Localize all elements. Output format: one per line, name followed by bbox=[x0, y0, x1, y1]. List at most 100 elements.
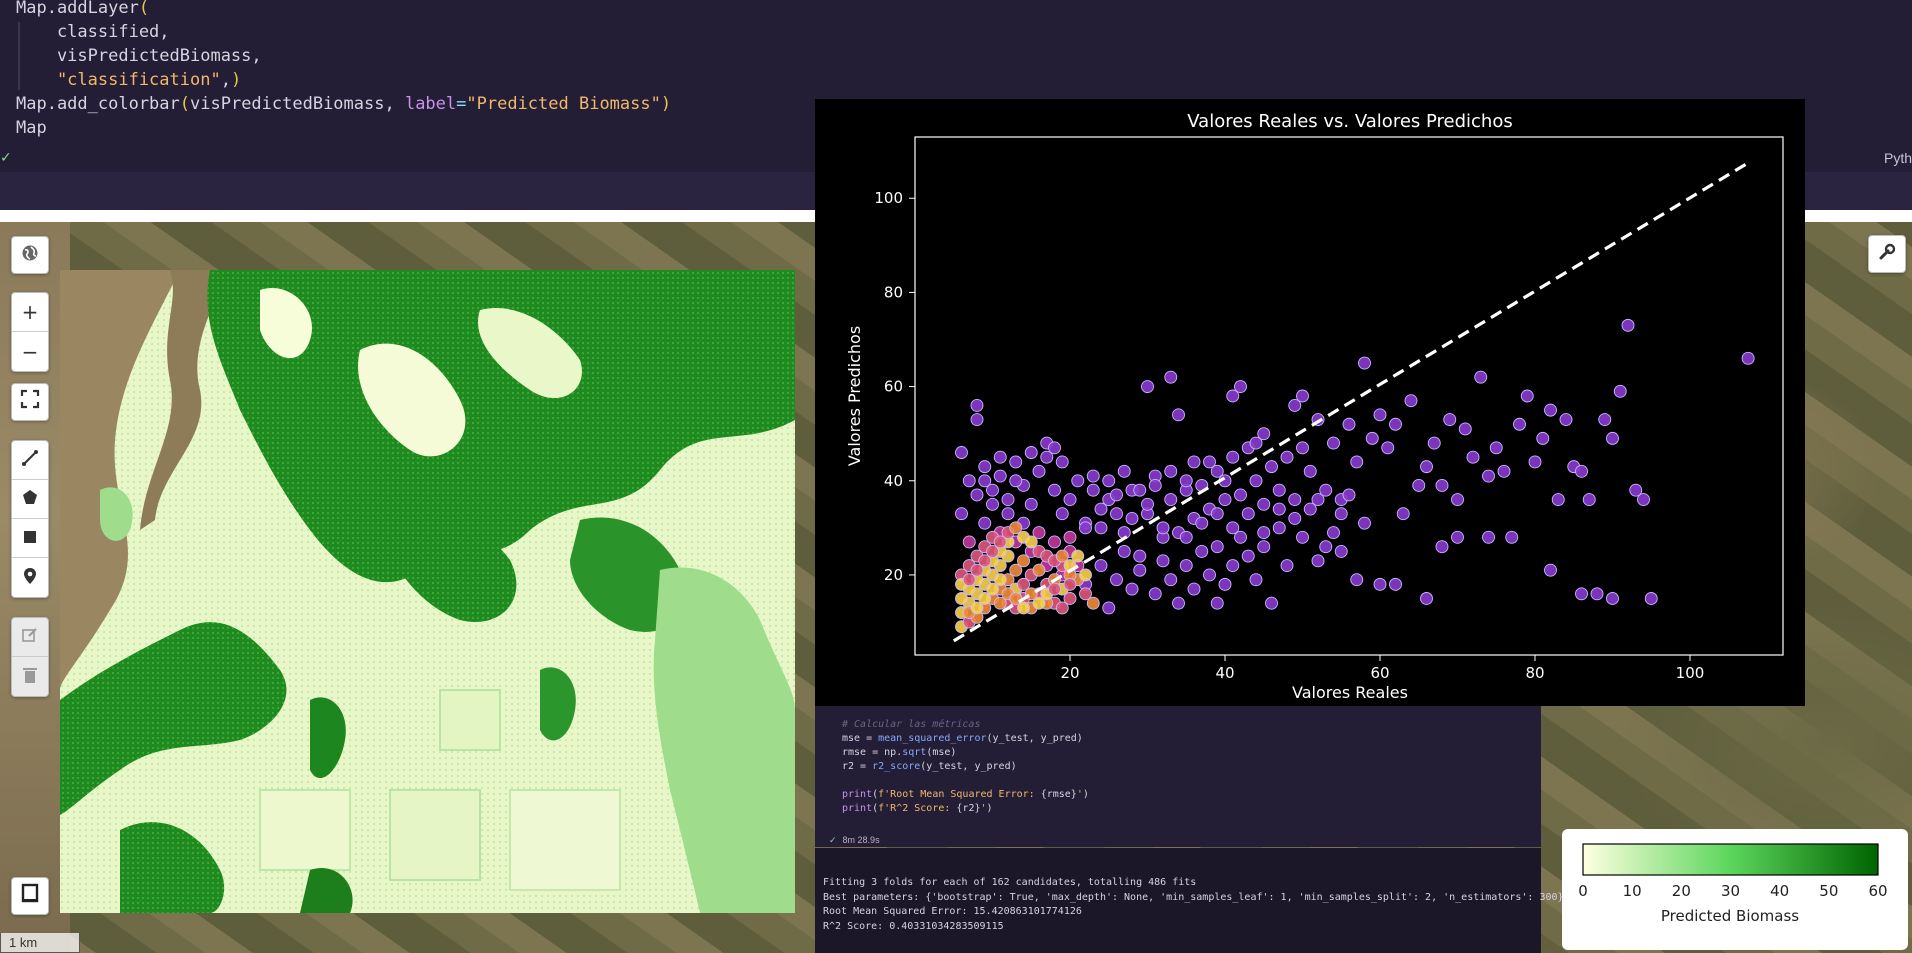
edit-layers-button[interactable] bbox=[12, 618, 48, 657]
draw-polyline-button[interactable] bbox=[12, 441, 48, 480]
data-point bbox=[1017, 554, 1030, 568]
language-label[interactable]: Pyth bbox=[1884, 150, 1912, 166]
data-point bbox=[1358, 356, 1371, 370]
data-point bbox=[1032, 464, 1046, 478]
data-point bbox=[993, 573, 1007, 587]
draw-polygon-button[interactable] bbox=[12, 480, 48, 519]
draw-rectangle-button[interactable] bbox=[12, 519, 48, 558]
scatter-plot: Valores Reales vs. Valores Predichos 20 4… bbox=[845, 111, 1784, 702]
data-point bbox=[1505, 530, 1519, 544]
code-line: # Calcular las métricas bbox=[842, 719, 980, 730]
code-token: Map bbox=[16, 118, 47, 138]
scatter-points bbox=[955, 318, 1755, 634]
cell-execution-status: ✓ 8m 28.9s bbox=[829, 835, 880, 846]
data-point bbox=[1435, 479, 1449, 492]
data-point bbox=[1156, 554, 1170, 568]
layers-toggle-button[interactable] bbox=[11, 877, 49, 915]
data-point bbox=[1528, 455, 1542, 469]
data-point bbox=[1451, 493, 1464, 507]
code-token: (y_test, y_pred) bbox=[986, 733, 1083, 744]
draw-marker-button[interactable] bbox=[12, 558, 48, 597]
data-point bbox=[986, 544, 999, 558]
data-point bbox=[962, 474, 976, 488]
data-point bbox=[1086, 483, 1100, 497]
execution-success-icon: ✓ bbox=[829, 835, 837, 845]
data-point bbox=[1257, 540, 1271, 554]
toolbar-wrench-button[interactable] bbox=[1868, 235, 1906, 273]
data-point bbox=[1389, 417, 1402, 431]
scatter-plot-panel: Valores Reales vs. Valores Predichos 20 4… bbox=[815, 99, 1805, 706]
globe-icon bbox=[21, 243, 39, 268]
y-axis-ticks: 20 40 60 80 100 bbox=[874, 189, 915, 584]
fullscreen-button[interactable] bbox=[11, 383, 49, 421]
data-point bbox=[1342, 488, 1356, 502]
code-line: rmse = np.sqrt(mse) bbox=[842, 747, 956, 758]
data-point bbox=[970, 398, 984, 412]
metrics-code-editor[interactable]: # Calcular las métricas mse = mean_squar… bbox=[842, 718, 1089, 816]
data-point bbox=[1381, 441, 1395, 455]
data-point bbox=[1265, 460, 1278, 474]
data-point bbox=[1141, 380, 1154, 394]
colorbar-tick-label: 50 bbox=[1819, 882, 1838, 900]
data-point bbox=[1373, 408, 1387, 422]
data-point bbox=[1133, 483, 1147, 497]
data-point bbox=[1086, 596, 1100, 610]
wrench-icon bbox=[1878, 242, 1896, 267]
y-tick-label: 80 bbox=[884, 283, 903, 301]
data-point bbox=[1319, 540, 1333, 554]
code-token: print bbox=[842, 803, 873, 814]
data-point bbox=[978, 474, 992, 488]
x-tick-label: 100 bbox=[1676, 664, 1705, 682]
zoom-out-button[interactable]: − bbox=[12, 332, 48, 371]
notebook-metrics-cell[interactable]: # Calcular las métricas mse = mean_squar… bbox=[815, 706, 1541, 847]
y-tick-label: 60 bbox=[884, 378, 903, 396]
code-token: {r2} bbox=[956, 803, 981, 814]
data-point bbox=[1389, 577, 1402, 591]
data-point bbox=[1172, 408, 1185, 422]
data-point bbox=[1148, 587, 1162, 601]
code-editor[interactable]: Map.addLayer( classified, visPredictedBi… bbox=[16, 0, 671, 140]
data-point bbox=[1125, 511, 1139, 525]
data-point bbox=[1164, 573, 1178, 587]
data-point bbox=[1063, 530, 1077, 544]
code-token: label bbox=[404, 94, 457, 114]
data-point bbox=[1311, 493, 1325, 507]
data-point bbox=[1536, 431, 1550, 445]
data-point bbox=[1551, 493, 1565, 507]
zoom-in-button[interactable]: + bbox=[12, 293, 48, 332]
edit-toolbar bbox=[11, 617, 49, 697]
data-point bbox=[1110, 507, 1123, 521]
code-token: visPredictedBiomass, bbox=[16, 46, 262, 66]
data-point bbox=[1179, 559, 1193, 572]
data-point bbox=[1071, 549, 1085, 563]
colorbar-tick-label: 20 bbox=[1672, 882, 1691, 900]
data-point bbox=[1141, 497, 1154, 511]
data-point bbox=[1327, 436, 1340, 450]
data-point bbox=[1420, 460, 1433, 474]
data-point bbox=[1489, 441, 1503, 455]
y-axis-label: Valores Predichos bbox=[845, 326, 864, 466]
data-point bbox=[1164, 493, 1178, 507]
data-point bbox=[1451, 530, 1464, 544]
colorbar-ramp bbox=[1582, 843, 1879, 876]
data-point bbox=[1203, 568, 1216, 582]
zoom-control: + − bbox=[11, 292, 49, 372]
data-point bbox=[1001, 493, 1015, 507]
code-line: Map bbox=[16, 118, 47, 138]
data-point bbox=[978, 516, 992, 530]
delete-layers-button[interactable] bbox=[12, 657, 48, 696]
basemap-globe-button[interactable] bbox=[11, 236, 49, 274]
x-axis-ticks: 20 40 60 80 100 bbox=[1060, 655, 1704, 682]
data-point bbox=[1195, 544, 1209, 558]
code-line: Map.add_colorbar(visPredictedBiomass, la… bbox=[16, 94, 671, 114]
data-point bbox=[1055, 455, 1069, 469]
code-token: ) bbox=[1082, 789, 1089, 800]
data-point bbox=[986, 497, 999, 511]
data-point bbox=[970, 488, 984, 502]
data-point bbox=[1637, 493, 1650, 507]
data-point bbox=[1110, 573, 1123, 587]
x-tick-label: 40 bbox=[1215, 664, 1234, 682]
data-point bbox=[1288, 511, 1302, 525]
data-point bbox=[955, 507, 968, 521]
data-point bbox=[1017, 601, 1030, 615]
